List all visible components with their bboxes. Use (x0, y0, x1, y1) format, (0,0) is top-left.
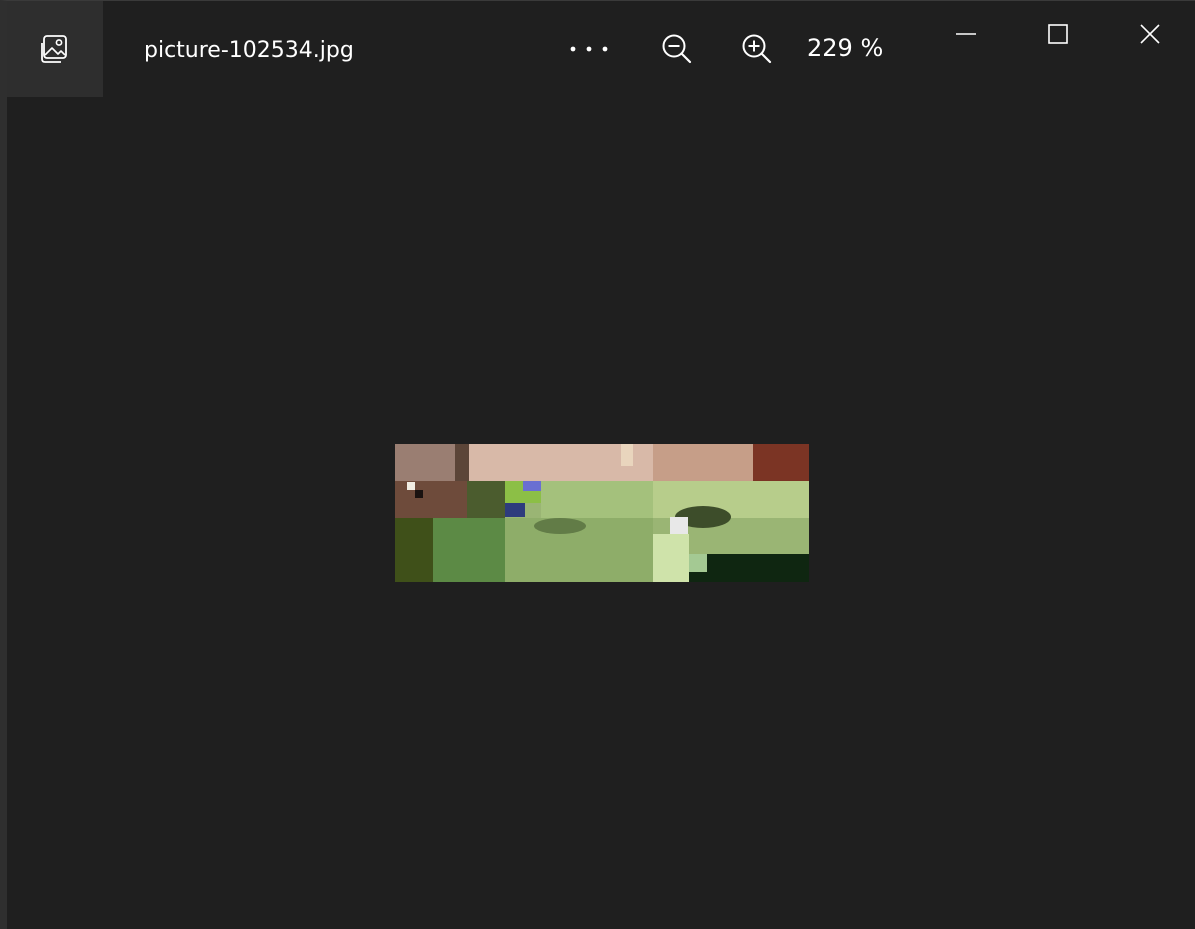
zoom-in-icon (742, 34, 772, 64)
minimize-icon (956, 33, 976, 35)
minimize-button[interactable] (921, 1, 1011, 67)
image-viewport[interactable] (7, 97, 1195, 929)
maximize-button[interactable] (1013, 1, 1103, 67)
zoom-level[interactable]: 229 % (807, 31, 907, 65)
image-icon (41, 35, 67, 63)
zoom-in-button[interactable] (733, 25, 781, 73)
zoom-out-icon (662, 34, 692, 64)
titlebar: picture-102534.jpg 229 % (7, 1, 1195, 97)
file-name: picture-102534.jpg (144, 38, 354, 63)
photo-viewer-window: picture-102534.jpg 229 % (0, 0, 1195, 929)
close-button[interactable] (1105, 1, 1195, 67)
more-options-button[interactable] (565, 25, 613, 73)
image-content (395, 444, 809, 582)
maximize-icon (1048, 24, 1068, 44)
zoom-out-button[interactable] (653, 25, 701, 73)
app-icon-button[interactable] (7, 1, 103, 97)
more-dots-icon (570, 46, 608, 52)
close-icon (1140, 24, 1160, 44)
displayed-image[interactable] (395, 444, 809, 582)
